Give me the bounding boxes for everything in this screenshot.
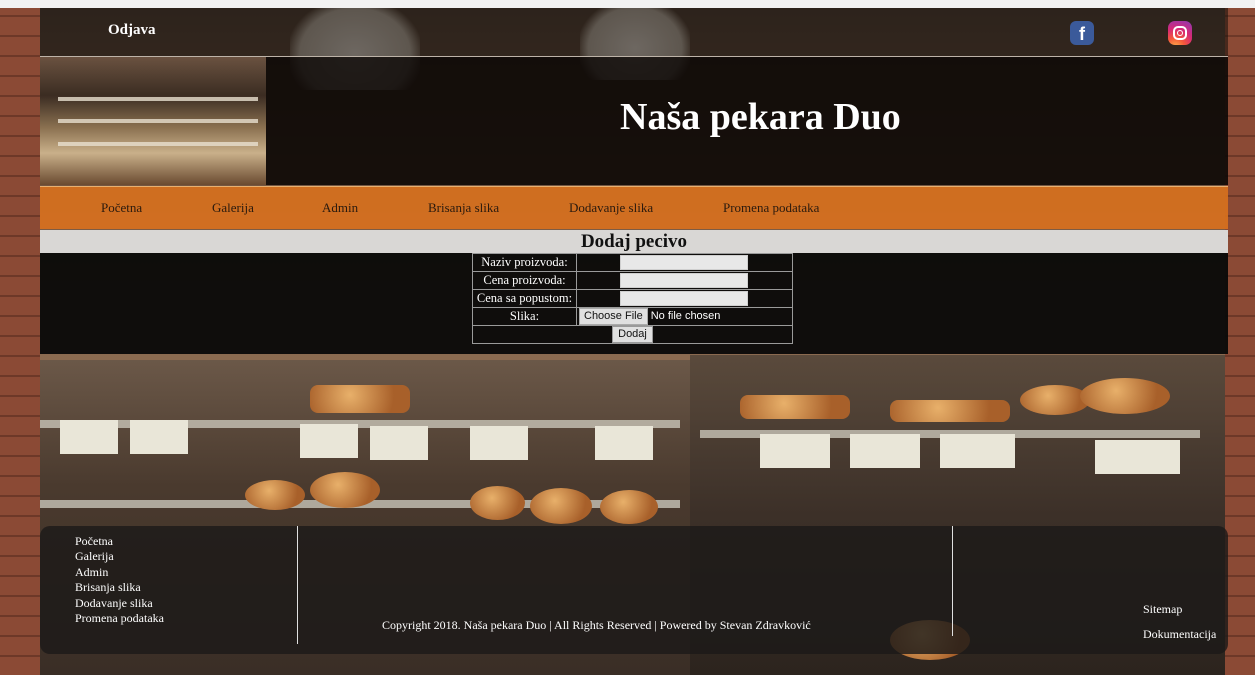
- file-status-text: No file chosen: [650, 310, 721, 322]
- add-pastry-form: Naziv proizvoda: Cena proizvoda: Cena sa…: [40, 253, 1228, 354]
- browser-bookmark-bar-edge: [0, 0, 1255, 8]
- facebook-icon[interactable]: f: [1070, 21, 1094, 45]
- footer-divider: [952, 526, 953, 636]
- copyright-text: Copyright 2018. Naša pekara Duo | All Ri…: [382, 618, 811, 632]
- submit-button[interactable]: Dodaj: [612, 326, 653, 343]
- discount-price-input[interactable]: [620, 291, 748, 306]
- site-title: Naša pekara Duo: [620, 96, 901, 138]
- product-price-label: Cena proizvoda:: [472, 271, 577, 290]
- form-table: Naziv proizvoda: Cena proizvoda: Cena sa…: [472, 253, 793, 344]
- discount-price-label: Cena sa popustom:: [472, 289, 577, 308]
- footer-link-home[interactable]: Početna: [75, 534, 164, 549]
- site-banner: Naša pekara Duo: [40, 57, 1228, 185]
- nav-item-delete-images[interactable]: Brisanja slika: [428, 200, 499, 216]
- documentation-link[interactable]: Dokumentacija: [1143, 627, 1216, 642]
- nav-item-add-images[interactable]: Dodavanje slika: [569, 200, 653, 216]
- footer-link-add-images[interactable]: Dodavanje slika: [75, 596, 164, 611]
- nav-item-gallery[interactable]: Galerija: [212, 200, 254, 216]
- product-name-label: Naziv proizvoda:: [472, 253, 577, 272]
- nav-item-change-data[interactable]: Promena podataka: [723, 200, 819, 216]
- footer-link-admin[interactable]: Admin: [75, 565, 164, 580]
- nav-item-admin[interactable]: Admin: [322, 200, 358, 216]
- instagram-icon[interactable]: [1168, 21, 1192, 45]
- product-price-input[interactable]: [620, 273, 748, 288]
- nav-item-home[interactable]: Početna: [101, 200, 142, 216]
- footer-link-change-data[interactable]: Promena podataka: [75, 611, 164, 626]
- bakery-photo: [40, 57, 266, 185]
- main-navigation: Početna Galerija Admin Brisanja slika Do…: [40, 186, 1228, 229]
- product-name-input[interactable]: [620, 255, 748, 270]
- logout-link[interactable]: Odjava: [108, 22, 156, 39]
- top-header-bar: Odjava f: [40, 8, 1228, 57]
- sitemap-link[interactable]: Sitemap: [1143, 602, 1182, 617]
- footer-link-gallery[interactable]: Galerija: [75, 549, 164, 564]
- footer-link-delete-images[interactable]: Brisanja slika: [75, 580, 164, 595]
- image-label: Slika:: [472, 307, 577, 326]
- footer-links: Početna Galerija Admin Brisanja slika Do…: [75, 534, 164, 626]
- site-footer: Početna Galerija Admin Brisanja slika Do…: [40, 526, 1228, 654]
- form-heading: Dodaj pecivo: [40, 230, 1228, 253]
- choose-file-button[interactable]: Choose File: [579, 308, 648, 325]
- footer-divider: [297, 526, 298, 644]
